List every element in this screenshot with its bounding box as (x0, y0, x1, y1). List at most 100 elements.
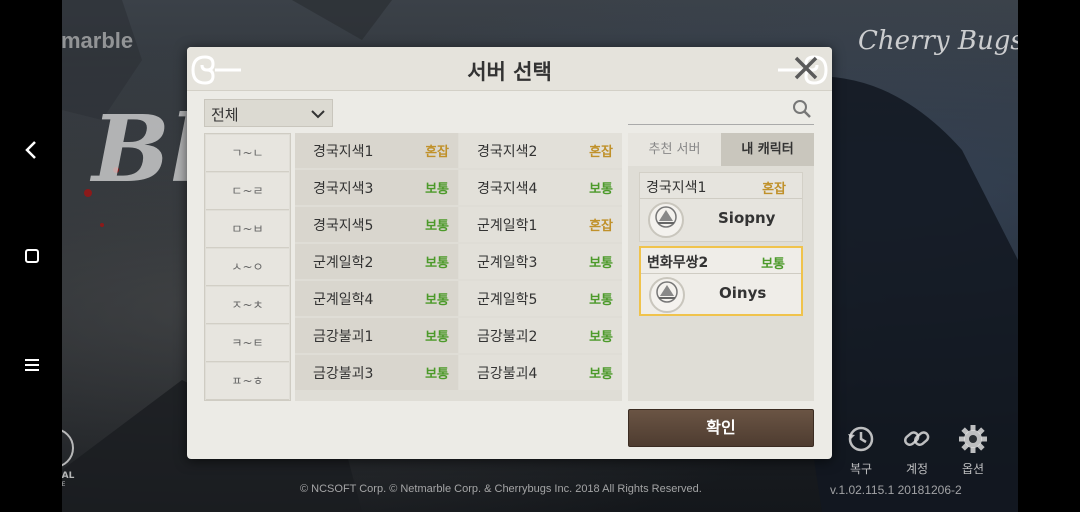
dialog-header: 서버 선택 (187, 47, 832, 91)
character-card-body: Siopny (640, 199, 802, 241)
panel-tabs: 추천 서버 내 캐릭터 (628, 133, 814, 166)
home-icon (25, 249, 39, 263)
server-name: 금강불괴4 (477, 365, 538, 382)
character-server: 변화무쌍2 (647, 255, 709, 271)
cherry-bugs-logo: Cherry Bugs (858, 26, 1024, 56)
character-name: Siopny (718, 209, 776, 227)
back-button[interactable] (18, 136, 46, 164)
server-name: 경국지색1 (313, 143, 374, 160)
confirm-button[interactable]: 확인 (628, 409, 814, 447)
server-name: 군계일학4 (313, 291, 374, 308)
server-filter-dropdown[interactable]: 전체 (204, 99, 333, 127)
consonant-filter[interactable]: ㄷ~ㄹ (206, 173, 289, 210)
character-server-status: 혼잡 (762, 182, 786, 197)
character-card-header: 변화무쌍2 보통 (641, 248, 801, 274)
server-item[interactable]: 경국지색1 혼잡 (295, 133, 458, 168)
right-edge-bar (1018, 0, 1080, 512)
server-status: 혼잡 (589, 219, 613, 234)
server-status: 보통 (425, 256, 449, 271)
recent-apps-button[interactable] (18, 350, 46, 378)
server-name: 경국지색5 (313, 217, 374, 234)
server-item[interactable]: 금강불괴4 보통 (459, 355, 622, 390)
link-icon (904, 431, 930, 446)
server-status: 보통 (589, 182, 613, 197)
server-name: 금강불괴3 (313, 365, 374, 382)
version-text: v.1.02.115.1 20181206-2 (830, 483, 962, 497)
server-item[interactable]: 군계일학5 보통 (459, 281, 622, 316)
server-name: 군계일학3 (477, 254, 538, 271)
character-card-body: Oinys (641, 274, 801, 316)
server-status: 보통 (425, 330, 449, 345)
server-item[interactable]: 경국지색5 보통 (295, 207, 458, 242)
consonant-filter[interactable]: ㅁ~ㅂ (206, 211, 289, 248)
server-name: 경국지색2 (477, 143, 538, 160)
server-item[interactable]: 군계일학1 혼잡 (459, 207, 622, 242)
character-name: Oinys (719, 284, 767, 302)
server-name: 경국지색3 (313, 180, 374, 197)
server-list: 경국지색1 혼잡 경국지색2 혼잡 경국지색3 보통 경국지색4 보통 경국지색5 보통 … (295, 133, 622, 401)
server-name: 경국지색4 (477, 180, 538, 197)
server-name: 금강불괴1 (313, 328, 374, 345)
server-status: 보통 (589, 256, 613, 271)
consonant-filter[interactable]: ㅍ~ㅎ (206, 363, 289, 400)
server-item[interactable]: 금강불괴3 보통 (295, 355, 458, 390)
server-item[interactable]: 경국지색3 보통 (295, 170, 458, 205)
consonant-index: ㄱ~ㄴ ㄷ~ㄹ ㅁ~ㅂ ㅅ~ㅇ ㅈ~ㅊ ㅋ~ㅌ ㅍ~ㅎ (204, 133, 291, 401)
restore-label: 복구 (849, 462, 873, 476)
options-label: 옵션 (961, 462, 985, 476)
character-card[interactable]: 경국지색1 혼잡 Siopny (639, 172, 803, 242)
character-server-status: 보통 (761, 257, 785, 272)
consonant-filter[interactable]: ㅈ~ㅊ (206, 287, 289, 324)
android-nav-bar (0, 0, 62, 512)
character-avatar (648, 202, 684, 238)
server-item[interactable]: 금강불괴1 보통 (295, 318, 458, 353)
server-status: 보통 (589, 367, 613, 382)
options-button[interactable]: 옵션 (956, 424, 990, 477)
consonant-filter[interactable]: ㅅ~ㅇ (206, 249, 289, 286)
restore-button[interactable]: 복구 (844, 424, 878, 477)
server-item[interactable]: 금강불괴2 보통 (459, 318, 622, 353)
server-status: 혼잡 (425, 145, 449, 160)
consonant-filter[interactable]: ㄱ~ㄴ (206, 135, 289, 172)
server-status: 보통 (425, 219, 449, 234)
bottom-menu: 복구 계정 옵션 (844, 424, 990, 477)
server-name: 군계일학5 (477, 291, 538, 308)
server-item[interactable]: 군계일학3 보통 (459, 244, 622, 279)
home-button[interactable] (18, 242, 46, 270)
tab-my-characters[interactable]: 내 캐릭터 (721, 133, 814, 166)
server-select-dialog: 서버 선택 전체 ㄱ~ㄴ ㄷ~ㄹ ㅁ~ㅂ ㅅ~ㅇ ㅈ~ㅊ ㅋ~ㅌ ㅍ~ㅎ 경국지… (187, 47, 832, 459)
search-input[interactable] (628, 124, 814, 125)
server-item[interactable]: 경국지색2 혼잡 (459, 133, 622, 168)
server-name: 군계일학1 (477, 217, 538, 234)
filter-selected-value: 전체 (211, 106, 239, 124)
character-card-selected[interactable]: 변화무쌍2 보통 Oinys (639, 246, 803, 316)
account-button[interactable]: 계정 (900, 424, 934, 477)
server-name: 군계일학2 (313, 254, 374, 271)
character-panel: 추천 서버 내 캐릭터 경국지색1 혼잡 Siopny 변화무쌍2 보통 Oin… (628, 133, 814, 401)
back-icon (25, 141, 36, 159)
server-status: 보통 (589, 293, 613, 308)
class-emblem-icon (655, 206, 677, 228)
class-emblem-icon (656, 281, 678, 303)
server-item[interactable]: 경국지색4 보통 (459, 170, 622, 205)
character-card-header: 경국지색1 혼잡 (640, 173, 802, 199)
close-icon (794, 56, 818, 80)
close-button[interactable] (792, 54, 820, 82)
chevron-down-icon (311, 110, 325, 119)
gear-icon (959, 425, 987, 453)
server-status: 혼잡 (589, 145, 613, 160)
character-server: 경국지색1 (646, 180, 707, 196)
server-name: 금강불괴2 (477, 328, 538, 345)
server-item[interactable]: 군계일학4 보통 (295, 281, 458, 316)
character-avatar (649, 277, 685, 313)
server-item[interactable]: 군계일학2 보통 (295, 244, 458, 279)
restore-icon (848, 426, 874, 452)
copyright-text: © NCSOFT Corp. © Netmarble Corp. & Cherr… (300, 483, 702, 495)
tab-recommended-servers[interactable]: 추천 서버 (628, 133, 721, 166)
account-label: 계정 (905, 462, 929, 476)
consonant-filter[interactable]: ㅋ~ㅌ (206, 325, 289, 362)
search-icon[interactable] (792, 99, 812, 119)
server-status: 보통 (589, 330, 613, 345)
server-status: 보통 (425, 293, 449, 308)
dialog-title: 서버 선택 (467, 60, 552, 84)
